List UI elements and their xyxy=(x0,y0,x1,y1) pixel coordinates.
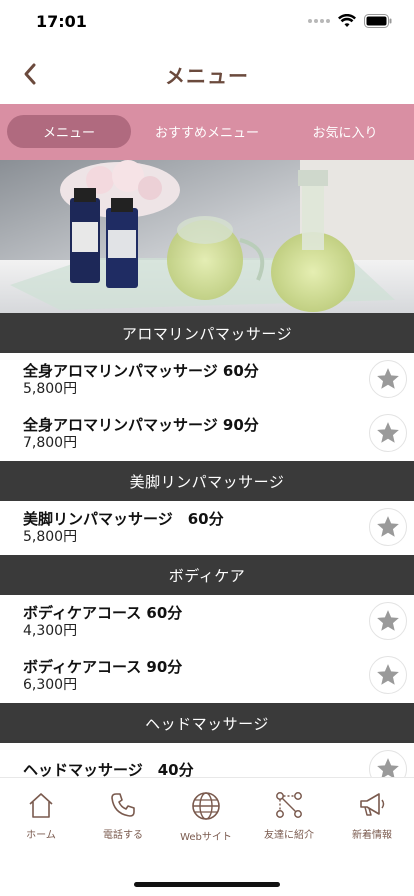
menu-item-price: 4,300円 xyxy=(23,623,78,639)
menu-item[interactable]: 全身アロマリンパマッサージ 90分 7,800円 xyxy=(0,407,414,461)
status-bar: 17:01 xyxy=(0,0,414,44)
menu-item-price: 5,800円 xyxy=(23,529,78,545)
bottom-nav-label: 友達に紹介 xyxy=(264,830,314,841)
menu-item-price: 6,300円 xyxy=(23,677,78,693)
menu-item-name: 美脚リンパマッサージ 60分 xyxy=(23,510,224,528)
star-icon xyxy=(377,368,399,389)
hero-image xyxy=(0,160,414,313)
bottom-nav-website[interactable]: Webサイト xyxy=(165,790,247,843)
home-indicator xyxy=(134,882,280,887)
favorite-button[interactable] xyxy=(369,656,407,694)
tab-favorites[interactable]: お気に入り xyxy=(290,115,400,148)
phone-icon xyxy=(111,793,135,817)
signal-icon xyxy=(308,19,330,23)
menu-item-name: ヘッドマッサージ 40分 xyxy=(23,761,194,777)
bottom-nav-share[interactable]: 友達に紹介 xyxy=(248,790,330,841)
bottom-nav-label: Webサイト xyxy=(180,832,232,843)
back-button[interactable] xyxy=(14,58,46,90)
menu-item[interactable]: 全身アロマリンパマッサージ 60分 5,800円 xyxy=(0,353,414,407)
wifi-icon xyxy=(338,14,356,27)
page-title: メニュー xyxy=(165,63,249,88)
star-icon xyxy=(377,422,399,443)
home-icon xyxy=(29,793,53,818)
bottom-nav: ホーム 電話する Webサイト 友達に紹介 新着情報 xyxy=(0,777,414,896)
battery-icon xyxy=(364,14,392,28)
favorite-button[interactable] xyxy=(369,602,407,640)
megaphone-icon xyxy=(360,793,385,816)
star-icon xyxy=(377,610,399,631)
bottom-nav-label: 電話する xyxy=(103,830,143,841)
tab-menu[interactable]: メニュー xyxy=(7,115,131,148)
star-icon xyxy=(377,664,399,685)
favorite-button[interactable] xyxy=(369,360,407,398)
section-header: 美脚リンパマッサージ xyxy=(0,461,414,501)
menu-item[interactable]: ヘッドマッサージ 40分 xyxy=(0,743,414,777)
star-icon xyxy=(377,516,399,537)
chevron-left-icon xyxy=(24,63,36,85)
share-icon xyxy=(276,792,302,818)
tab-bar: メニュー おすすめメニュー お気に入り xyxy=(0,104,414,160)
menu-item[interactable]: ボディケアコース 90分 6,300円 xyxy=(0,649,414,703)
nav-bar: メニュー xyxy=(0,44,414,104)
section-header: ヘッドマッサージ xyxy=(0,703,414,743)
menu-item-price: 7,800円 xyxy=(23,435,78,451)
menu-list: アロマリンパマッサージ 全身アロマリンパマッサージ 60分 5,800円 全身ア… xyxy=(0,313,414,777)
status-icons xyxy=(308,14,392,28)
favorite-button[interactable] xyxy=(369,508,407,546)
menu-item-name: ボディケアコース 90分 xyxy=(23,658,183,676)
star-icon xyxy=(377,758,399,777)
favorite-button[interactable] xyxy=(369,750,407,777)
section-header: アロマリンパマッサージ xyxy=(0,313,414,353)
bottom-nav-home[interactable]: ホーム xyxy=(0,790,82,841)
tab-recommended[interactable]: おすすめメニュー xyxy=(142,115,272,148)
menu-item-name: 全身アロマリンパマッサージ 90分 xyxy=(23,416,259,434)
bottom-nav-label: ホーム xyxy=(26,830,56,841)
status-time: 17:01 xyxy=(36,12,87,31)
favorite-button[interactable] xyxy=(369,414,407,452)
bottom-nav-label: 新着情報 xyxy=(352,830,392,841)
globe-icon xyxy=(192,792,220,820)
menu-item[interactable]: 美脚リンパマッサージ 60分 5,800円 xyxy=(0,501,414,555)
menu-item-price: 5,800円 xyxy=(23,381,78,397)
bottom-nav-news[interactable]: 新着情報 xyxy=(331,790,413,841)
menu-item-name: 全身アロマリンパマッサージ 60分 xyxy=(23,362,259,380)
section-header: ボディケア xyxy=(0,555,414,595)
menu-item-name: ボディケアコース 60分 xyxy=(23,604,183,622)
menu-item[interactable]: ボディケアコース 60分 4,300円 xyxy=(0,595,414,649)
bottom-nav-phone[interactable]: 電話する xyxy=(82,790,164,841)
